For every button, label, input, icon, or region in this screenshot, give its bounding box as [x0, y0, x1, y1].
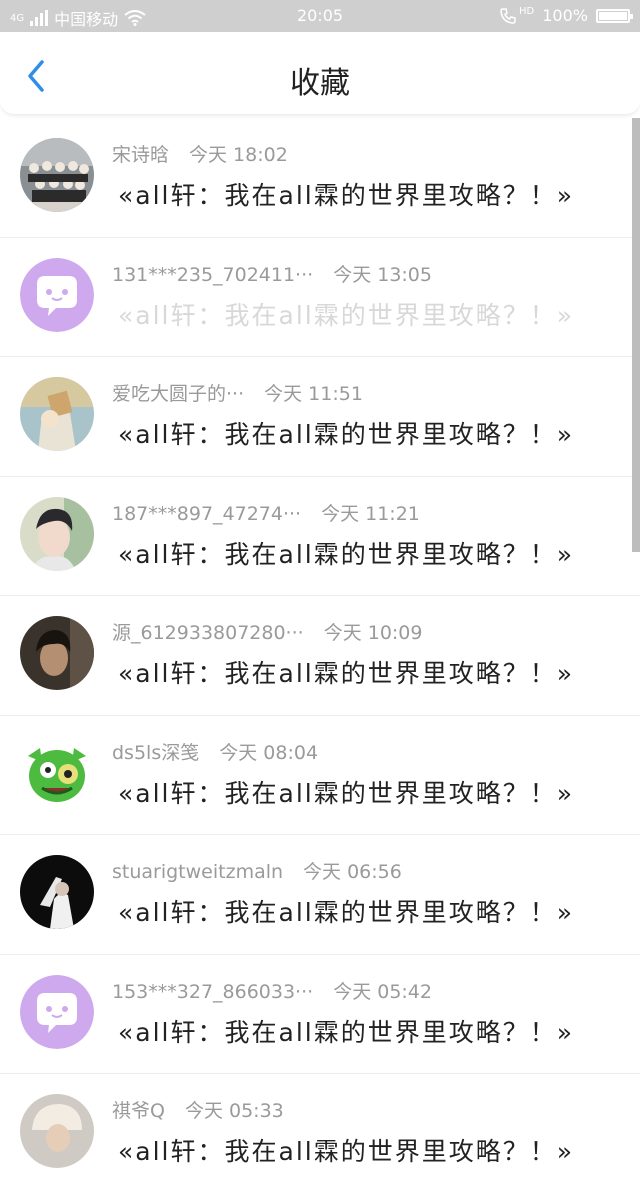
timestamp: 今天 10:09	[323, 622, 423, 644]
timestamp: 今天 08:04	[219, 741, 319, 764]
avatar[interactable]	[20, 257, 94, 332]
list-item[interactable]: 131***235_702411··· 今天 13:05 «all轩：我在all霖…	[0, 238, 640, 357]
avatar[interactable]	[20, 974, 94, 1049]
timestamp: 今天 13:05	[333, 263, 432, 286]
favorite-title: «all轩：我在all霖的世界里攻略？！»	[118, 778, 575, 808]
author-name: 爱吃大圆子的···	[112, 383, 245, 405]
list-item[interactable]: 爱吃大圆子的··· 今天 11:51 «all轩：我在all霖的世界里攻略？！»	[0, 357, 640, 477]
avatar[interactable]	[20, 616, 94, 690]
author-name: 187***897_47274···	[112, 502, 302, 525]
battery-percent: 100%	[542, 6, 588, 25]
favorite-title: «all轩：我在all霖的世界里攻略？！»	[118, 181, 575, 210]
timestamp: 今天 05:42	[333, 980, 432, 1003]
favorite-title: «all轩：我在all霖的世界里攻略？！»	[118, 1017, 575, 1047]
list-item[interactable]: 源_612933807280··· 今天 10:09 «all轩：我在all霖的世…	[0, 596, 640, 716]
chat-bubble-icon	[20, 257, 94, 332]
avatar[interactable]	[20, 735, 94, 810]
avatar[interactable]	[20, 496, 94, 571]
author-name: 131***235_702411···	[112, 263, 314, 286]
scrollbar[interactable]	[632, 118, 640, 552]
list-item[interactable]: stuarigtweitzmaln 今天 06:56 «all轩：我在all霖的世…	[0, 835, 640, 955]
call-icon	[500, 7, 516, 24]
favorite-title: «all轩：我在all霖的世界里攻略？！»	[118, 659, 575, 688]
chat-bubble-icon	[20, 974, 94, 1049]
list-item[interactable]: 187***897_47274··· 今天 11:21 «all轩：我在all霖的…	[0, 477, 640, 596]
favorite-title: «all轩：我在all霖的世界里攻略？！»	[118, 1137, 575, 1166]
timestamp: 今天 06:56	[303, 861, 402, 883]
author-name: ds5ls深笺	[112, 741, 200, 764]
timestamp: 今天 18:02	[189, 144, 288, 166]
favorites-list: 宋诗晗 今天 18:02 «all轩：我在all霖的世界里攻略？！» 131***…	[0, 118, 640, 1194]
author-name: 祺爷Q	[112, 1100, 165, 1122]
list-item[interactable]: ds5ls深笺 今天 08:04 «all轩：我在all霖的世界里攻略？！»	[0, 716, 640, 835]
author-name: stuarigtweitzmaln	[112, 861, 284, 883]
avatar[interactable]	[20, 1094, 94, 1168]
list-item[interactable]: 宋诗晗 今天 18:02 «all轩：我在all霖的世界里攻略？！»	[0, 118, 640, 238]
favorite-title: «all轩：我在all霖的世界里攻略？！»	[118, 898, 575, 927]
header: 收藏	[0, 32, 640, 115]
timestamp: 今天 05:33	[184, 1100, 284, 1122]
timestamp: 今天 11:21	[321, 502, 420, 525]
avatar[interactable]	[20, 377, 94, 451]
page-title: 收藏	[290, 66, 350, 101]
author-name: 宋诗晗	[112, 144, 170, 166]
avatar[interactable]	[20, 138, 94, 212]
avatar[interactable]	[20, 855, 94, 929]
hd-label: HD	[519, 6, 535, 17]
favorite-title: «all轩：我在all霖的世界里攻略？！»	[118, 300, 575, 330]
battery-icon	[596, 8, 633, 23]
favorite-title: «all轩：我在all霖的世界里攻略？！»	[118, 420, 575, 449]
author-name: 源_612933807280···	[112, 622, 304, 644]
favorite-title: «all轩：我在all霖的世界里攻略？！»	[118, 539, 575, 569]
status-bar: 4G 中国移动 20:05 HD 100%	[0, 0, 640, 32]
list-item[interactable]: 153***327_866033··· 今天 05:42 «all轩：我在all霖…	[0, 955, 640, 1074]
author-name: 153***327_866033···	[112, 980, 314, 1003]
list-item[interactable]: 祺爷Q 今天 05:33 «all轩：我在all霖的世界里攻略？！»	[0, 1074, 640, 1194]
timestamp: 今天 11:51	[264, 383, 363, 405]
